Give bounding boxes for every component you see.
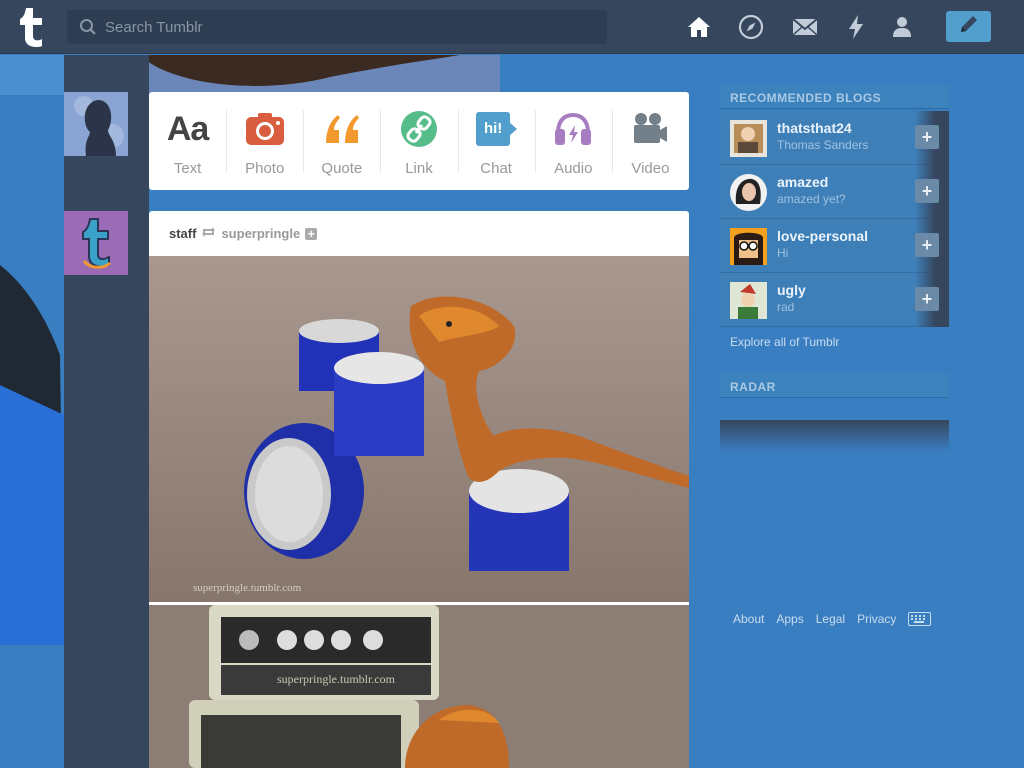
post-photo-second[interactable]: superpringle.tumblr.com <box>149 605 689 768</box>
follow-button[interactable]: + <box>915 287 939 311</box>
follow-plus-icon[interactable]: + <box>305 227 318 240</box>
post-audio-button[interactable]: Audio <box>534 92 612 190</box>
keyboard-icon[interactable] <box>908 612 932 626</box>
post-source[interactable]: superpringle <box>221 226 300 241</box>
reblog-icon <box>201 226 216 241</box>
compose-button[interactable] <box>946 11 991 42</box>
chat-icon: hi! <box>476 110 518 148</box>
post-photo-button[interactable]: Photo <box>226 92 303 190</box>
pencil-icon <box>958 13 980 40</box>
headphones-icon <box>554 110 592 148</box>
home-icon[interactable] <box>686 14 712 40</box>
recommended-blog-item[interactable]: love-personal Hi + <box>720 219 949 273</box>
recommended-blogs-list: thatsthat24 Thomas Sanders + amazed amaz… <box>720 111 949 327</box>
compass-icon[interactable] <box>738 14 764 40</box>
photo-watermark: superpringle.tumblr.com <box>193 582 302 594</box>
search-icon <box>79 18 97 41</box>
follow-button[interactable]: + <box>915 125 939 149</box>
post-type-label: Text <box>173 160 202 177</box>
dashboard-rail <box>64 55 149 768</box>
post-header: staff superpringle + <box>149 211 689 256</box>
recommended-blog-item[interactable]: amazed amazed yet? + <box>720 165 949 219</box>
post-photo[interactable]: superpringle.tumblr.com <box>149 256 689 602</box>
post-author[interactable]: staff <box>169 226 196 241</box>
post-type-bar: Aa Text Photo Quote Link hi! Chat Audio … <box>149 92 689 190</box>
post-type-label: Photo <box>245 160 285 177</box>
blog-subtitle: rad <box>777 300 795 314</box>
blog-name: ugly <box>777 282 806 298</box>
camera-icon <box>245 110 284 148</box>
blog-subtitle: Hi <box>777 246 789 260</box>
top-navigation <box>0 0 1024 54</box>
photo-watermark: superpringle.tumblr.com <box>277 672 396 686</box>
recommended-blog-item[interactable]: ugly rad + <box>720 273 949 327</box>
post-quote-button[interactable]: Quote <box>303 92 380 190</box>
blog-name: love-personal <box>777 228 869 244</box>
tumblr-logo-icon[interactable] <box>14 6 54 48</box>
recommended-blogs-heading: RECOMMENDED BLOGS <box>720 84 949 108</box>
blog-subtitle: Thomas Sanders <box>777 138 869 152</box>
footer-link-apps[interactable]: Apps <box>776 612 803 626</box>
radar-heading: RADAR <box>720 373 949 397</box>
user-avatar[interactable] <box>64 92 128 156</box>
footer-link-about[interactable]: About <box>733 612 764 626</box>
post-type-label: Video <box>631 160 670 177</box>
follow-button[interactable]: + <box>915 233 939 257</box>
blog-avatar <box>730 174 767 211</box>
post-link-button[interactable]: Link <box>380 92 457 190</box>
text-icon: Aa <box>166 109 209 148</box>
footer-link-privacy[interactable]: Privacy <box>857 612 896 626</box>
post-type-label: Audio <box>554 160 593 177</box>
footer-link-legal[interactable]: Legal <box>816 612 845 626</box>
blog-avatar <box>730 282 767 319</box>
staff-avatar[interactable] <box>64 211 128 275</box>
footer-links: About Apps Legal Privacy <box>733 612 932 626</box>
dashboard-post: staff superpringle + superpringle.tumblr… <box>149 211 689 768</box>
post-type-label: Quote <box>321 160 363 177</box>
search-input[interactable] <box>105 10 595 44</box>
radar-content[interactable] <box>720 420 949 452</box>
blog-subtitle: amazed yet? <box>777 192 846 206</box>
blog-avatar <box>730 228 767 265</box>
blog-name: amazed <box>777 174 829 190</box>
mail-icon[interactable] <box>792 14 818 40</box>
link-icon <box>400 110 437 148</box>
search-box <box>67 10 607 44</box>
quote-icon <box>322 110 362 148</box>
recommended-blog-item[interactable]: thatsthat24 Thomas Sanders + <box>720 111 949 165</box>
blog-name: thatsthat24 <box>777 120 852 136</box>
post-type-label: Chat <box>480 160 512 177</box>
lightning-icon[interactable] <box>843 14 869 40</box>
account-icon[interactable] <box>889 14 915 40</box>
post-chat-button[interactable]: hi! Chat <box>457 92 535 190</box>
post-video-button[interactable]: Video <box>611 92 689 190</box>
post-type-label: Link <box>405 160 433 177</box>
blog-avatar <box>730 120 767 157</box>
video-camera-icon <box>632 110 668 148</box>
explore-link[interactable]: Explore all of Tumblr <box>730 335 839 349</box>
post-text-button[interactable]: Aa Text <box>149 92 226 190</box>
follow-button[interactable]: + <box>915 179 939 203</box>
